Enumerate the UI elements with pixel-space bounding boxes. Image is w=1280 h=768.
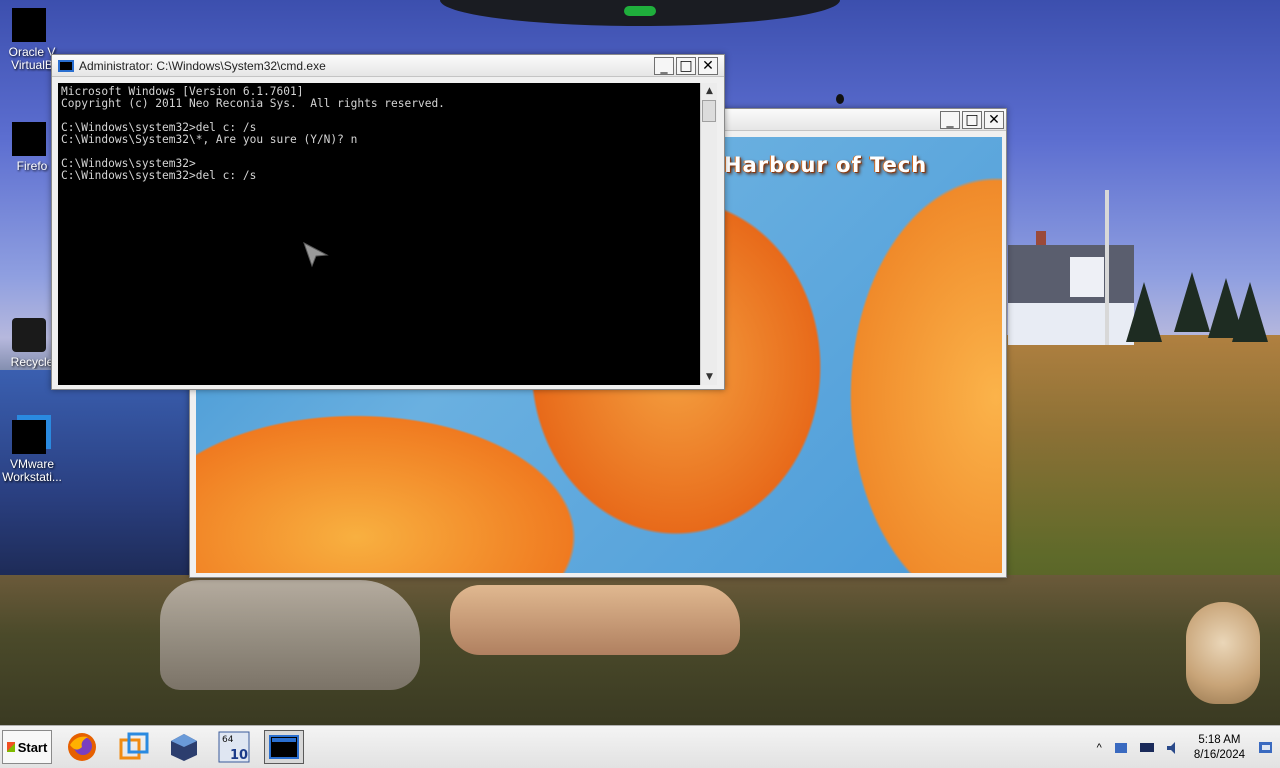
clock-date: 8/16/2024 xyxy=(1193,748,1245,761)
show-hidden-icons-button[interactable]: ^ xyxy=(1097,742,1102,754)
mouse-cursor-icon xyxy=(303,241,329,268)
hamster-desktop-pet[interactable] xyxy=(1186,602,1260,704)
recycle-bin-icon xyxy=(12,318,46,352)
pine-tree xyxy=(1232,282,1268,342)
action-center-icon[interactable] xyxy=(1258,741,1274,755)
scroll-up-arrow-icon[interactable]: ▲ xyxy=(701,83,718,99)
virtualbox-icon xyxy=(171,734,197,761)
maximize-button[interactable]: □ xyxy=(962,110,982,129)
clock[interactable]: 5:18 AM 8/16/2024 xyxy=(1194,733,1245,763)
rock-formation xyxy=(450,585,740,655)
cmd-window[interactable]: Administrator: C:\Windows\System32\cmd.e… xyxy=(51,54,725,390)
minimize-button[interactable]: _ xyxy=(940,110,960,129)
top-notch-bar xyxy=(440,0,840,26)
virtualbox-icon xyxy=(12,8,46,42)
windows-logo-icon xyxy=(6,742,15,752)
scroll-thumb[interactable] xyxy=(702,100,716,122)
taskbar-firefox[interactable] xyxy=(62,730,102,764)
speaker-volume-icon[interactable] xyxy=(1165,741,1181,755)
taskbar-cmd[interactable] xyxy=(264,730,304,764)
scroll-down-arrow-icon[interactable]: ▼ xyxy=(701,369,718,385)
taskbar-virtualbox[interactable] xyxy=(164,730,204,764)
close-button[interactable]: ✕ xyxy=(984,110,1004,129)
maximize-button[interactable]: □ xyxy=(676,56,696,75)
start-button[interactable]: Start xyxy=(2,730,52,764)
console-scrollbar[interactable]: ▲ ▼ xyxy=(700,83,717,385)
cmd-title: Administrator: C:\Windows\System32\cmd.e… xyxy=(79,58,326,73)
flag-pole xyxy=(1105,190,1109,345)
close-button[interactable]: ✕ xyxy=(698,56,718,75)
green-indicator-icon xyxy=(624,6,656,16)
console-line: C:\Windows\System32\*, Are you sure (Y/N… xyxy=(61,133,358,146)
cmd-window-icon xyxy=(58,59,74,72)
display-monitor-icon[interactable] xyxy=(1139,741,1155,755)
firefox-icon xyxy=(68,733,96,761)
vmware-icon xyxy=(119,732,149,760)
minimize-button[interactable]: _ xyxy=(654,56,674,75)
desktop-icon-vmware[interactable]: VMware Workstati... xyxy=(2,420,62,484)
vmware-icon xyxy=(12,420,46,454)
svg-text:10: 10 xyxy=(230,748,248,763)
pine-tree xyxy=(1174,272,1210,332)
taskbar: Start 64 10 ^ 5:18 AM 8/16/2024 xyxy=(0,725,1280,768)
pin-icon xyxy=(836,94,844,104)
system-tray: ^ 5:18 AM 8/16/2024 xyxy=(1091,726,1280,768)
clock-time: 5:18 AM xyxy=(1198,733,1241,746)
cmd-icon xyxy=(269,735,299,759)
network-status-icon[interactable] xyxy=(1113,741,1129,755)
svg-text:64: 64 xyxy=(222,735,234,745)
console-line: C:\Windows\system32>del c: /s xyxy=(61,169,257,182)
lighthouse-house xyxy=(1008,231,1134,345)
pine-tree xyxy=(1126,282,1162,342)
banner-text: Harbour of Tech xyxy=(724,153,928,177)
taskbar-windows10-vm[interactable]: 64 10 xyxy=(214,730,254,764)
firefox-icon xyxy=(12,122,46,156)
rock-formation xyxy=(160,580,420,690)
cmd-titlebar[interactable]: Administrator: C:\Windows\System32\cmd.e… xyxy=(52,55,724,77)
console-line: Copyright (c) 2011 Neo Reconia Sys. All … xyxy=(61,97,445,110)
taskbar-vmware[interactable] xyxy=(114,730,154,764)
windows-10-icon: 64 10 xyxy=(218,731,250,763)
console-output[interactable]: Microsoft Windows [Version 6.1.7601] Cop… xyxy=(58,83,700,385)
